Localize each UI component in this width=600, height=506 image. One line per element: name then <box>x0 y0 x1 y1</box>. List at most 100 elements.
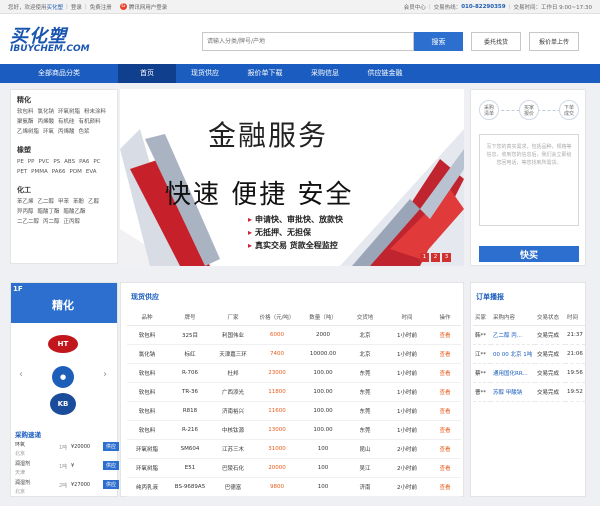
category-link[interactable]: 氯化钠 <box>38 108 55 117</box>
supply-title: 现货供应 <box>131 293 159 301</box>
quick-price: ¥ <box>71 463 75 469</box>
category-link[interactable]: 乙醇 <box>88 198 99 207</box>
register-link[interactable]: 免费注册 <box>90 3 112 11</box>
category-link[interactable]: 正丙醇 <box>64 218 81 227</box>
site-logo[interactable]: 买化塑 IBUYCHEM.COM <box>10 22 100 56</box>
member-center-link[interactable]: 会员中心 <box>404 3 426 11</box>
supply-column-header: 操作 <box>429 310 461 326</box>
banner-page-3[interactable]: 3 <box>442 253 451 262</box>
supply-cell: R818 <box>167 401 213 421</box>
feed-cell: 江** <box>473 344 491 364</box>
logo-en: IBUYCHEM.COM <box>10 44 90 54</box>
view-link[interactable]: 查看 <box>429 344 461 364</box>
finance-banner[interactable]: 金融服务 快速 便捷 安全 申请快、审批快、放款快 无抵押、无担保 真实交易 货… <box>120 89 464 266</box>
supply-cell: 2小时前 <box>385 458 429 478</box>
quick-name: 润湿剂 <box>15 480 31 486</box>
supply-cell: 2小时前 <box>385 477 429 497</box>
category-link[interactable]: 有机硅 <box>58 118 75 127</box>
category-link[interactable]: 丙烯酸 <box>38 118 55 127</box>
feed-product-link[interactable]: 00 00 北京 1吨 <box>491 344 535 364</box>
category-link[interactable]: PA6 <box>79 158 89 167</box>
brand-logo-kb[interactable]: KB <box>50 393 76 415</box>
search-input[interactable] <box>202 32 414 51</box>
category-link[interactable]: 丙二醇 <box>43 218 60 227</box>
quick-supply-button[interactable]: 供应 <box>103 480 119 489</box>
view-link[interactable]: 查看 <box>429 382 461 402</box>
view-link[interactable]: 查看 <box>429 477 461 497</box>
category-link[interactable]: 醋酸乙酯 <box>64 208 86 217</box>
nav-home[interactable]: 首页 <box>118 64 176 83</box>
supply-cell: 100 <box>301 439 345 459</box>
supply-row: 环氧树脂 SM604 江苏三木 31000 100 昆山 2小时前 查看 <box>127 439 461 459</box>
supply-price: 9800 <box>253 477 301 497</box>
search-button[interactable]: 搜索 <box>414 32 463 51</box>
quote-upload-button[interactable]: 报价单上传 <box>529 32 579 51</box>
category-link[interactable]: 聚氨酯 <box>17 118 34 127</box>
nav-supply-chain-finance[interactable]: 供应链金融 <box>354 64 416 83</box>
banner-point: 申请快、审批快、放款快 <box>248 213 343 226</box>
category-link[interactable]: PMMA <box>31 168 48 177</box>
supply-row: 软包料 R-216 中核钛源 13000 100.00 东莞 1小时前 查看 <box>127 420 461 440</box>
view-link[interactable]: 查看 <box>429 458 461 478</box>
supply-price: 11600 <box>253 401 301 421</box>
quick-supply-button[interactable]: 供应 <box>103 461 119 470</box>
category-link[interactable]: 乙二醇 <box>38 198 55 207</box>
view-link[interactable]: 查看 <box>429 439 461 459</box>
banner-page-2[interactable]: 2 <box>431 253 440 262</box>
category-link[interactable]: 苯乙烯 <box>17 198 34 207</box>
category-link[interactable]: 乙烯树脂 <box>17 128 39 137</box>
category-link[interactable]: 粉末涂料 <box>84 108 106 117</box>
quick-supply-button[interactable]: 供应 <box>103 442 119 451</box>
brand-link[interactable]: 买化塑 <box>47 3 64 11</box>
category-link[interactable]: PA66 <box>52 168 66 177</box>
category-link[interactable]: 软包料 <box>17 108 34 117</box>
chevron-left-icon[interactable]: ‹ <box>19 369 23 380</box>
feed-product-link[interactable]: 通用国化RR... <box>491 363 535 383</box>
category-link[interactable]: 环氧树脂 <box>58 108 80 117</box>
login-link[interactable]: 登录 <box>71 3 82 11</box>
category-link[interactable]: 苯酚 <box>73 198 84 207</box>
feed-product-link[interactable]: 乙二醇 丙... <box>491 325 535 345</box>
view-link[interactable]: 查看 <box>429 401 461 421</box>
qq-login-link[interactable]: 腾讯网用户登录 <box>129 3 168 11</box>
welcome-text: 您好，欢迎使用 <box>8 4 47 11</box>
nav-spot-supply[interactable]: 现货供应 <box>176 64 234 83</box>
quick-buy-button[interactable]: 快买 <box>479 246 579 262</box>
category-link[interactable]: 二乙二醇 <box>17 218 39 227</box>
chevron-right-icon[interactable]: › <box>103 369 107 380</box>
category-link[interactable]: 色浆 <box>79 128 90 137</box>
category-link[interactable]: 环氧 <box>43 128 54 137</box>
view-link[interactable]: 查看 <box>429 420 461 440</box>
category-link[interactable]: PS <box>53 158 60 167</box>
banner-page-1[interactable]: 1 <box>420 253 429 262</box>
banner-title: 金融服务 <box>208 119 329 152</box>
supply-cell: 325目 <box>167 325 213 345</box>
nav-all-categories[interactable]: 全部商品分类 <box>0 64 118 83</box>
nav-quote-download[interactable]: 报价单下载 <box>234 64 296 83</box>
supply-column-header: 牌号 <box>167 310 213 326</box>
category-link[interactable]: 有机颜料 <box>79 118 101 127</box>
quick-purchase-title: 采购速递 <box>15 431 41 439</box>
brand-logo-ht[interactable]: HT <box>48 335 78 353</box>
category-link[interactable]: PP <box>28 158 35 167</box>
category-link[interactable]: 异丙醇 <box>17 208 34 217</box>
category-link[interactable]: EVA <box>86 168 97 177</box>
feed-product-link[interactable]: 苏醇 甲酸钠 <box>491 382 535 402</box>
category-link[interactable]: POM <box>69 168 81 177</box>
category-link[interactable]: PET <box>17 168 27 177</box>
view-link[interactable]: 查看 <box>429 363 461 383</box>
category-link[interactable]: PVC <box>38 158 49 167</box>
category-link[interactable]: PE <box>17 158 24 167</box>
category-link[interactable]: ABS <box>64 158 75 167</box>
entrust-button[interactable]: 委托找货 <box>471 32 521 51</box>
brand-logo-globe[interactable]: ● <box>52 366 74 388</box>
category-link[interactable]: 甲苯 <box>58 198 69 207</box>
supply-cell: 2小时前 <box>385 439 429 459</box>
nav-purchase-info[interactable]: 采购信息 <box>296 64 354 83</box>
category-link[interactable]: PC <box>93 158 100 167</box>
view-link[interactable]: 查看 <box>429 325 461 345</box>
category-link[interactable]: 丙烯酸 <box>58 128 75 137</box>
requirement-textarea[interactable]: 写下您的真实需求，包括品种，规格等信息，收到您的信息后，我们会立即给您回电话，等… <box>479 134 579 226</box>
supply-row: 软包料 TR-36 广西添光 11800 100.00 东莞 1小时前 查看 <box>127 382 461 402</box>
category-link[interactable]: 醋酸丁酯 <box>38 208 60 217</box>
